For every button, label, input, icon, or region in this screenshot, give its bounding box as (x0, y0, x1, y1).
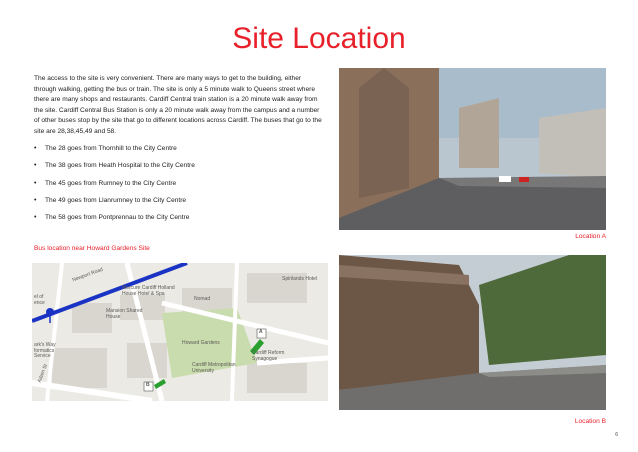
map-label-mansion: Mansion Shared House (106, 308, 143, 320)
map-label-left-top: el of ence (34, 294, 45, 306)
page-title: Site Location (232, 22, 406, 55)
map-label-nomad: Nomad (194, 296, 211, 302)
street-photo-icon (339, 255, 606, 410)
map-label-mercure: Mercure Cardiff Holland House Hotel & Sp… (122, 285, 175, 297)
marker-a-label: A (259, 329, 263, 335)
bus-location-map[interactable]: Newport Road Mercure Cardiff Holland Hou… (32, 263, 328, 401)
map-graphic (32, 263, 328, 401)
location-a-photo (339, 68, 606, 230)
bullet-icon: • (34, 162, 37, 170)
list-item-text: The 58 goes from Pontprennau to the City… (45, 214, 190, 222)
list-item: • The 58 goes from Pontprennau to the Cit… (34, 213, 324, 230)
list-item-text: The 49 goes from Llanrumney to the City … (45, 196, 187, 204)
map-caption: Bus location near Howard Gardens Site (34, 245, 150, 252)
location-b-photo (339, 255, 606, 410)
bullet-icon: • (34, 196, 37, 204)
location-a-caption: Location A (575, 233, 606, 240)
map-label-left-mid: ark's Way formatics Service (34, 342, 56, 360)
intro-paragraph: The access to the site is very convenien… (34, 75, 322, 135)
map-label-cardiff-met: Cardiff Metropolitan University (192, 362, 236, 374)
bullet-icon: • (34, 145, 37, 152)
location-b-caption: Location B (574, 418, 606, 425)
marker-b-label: B (146, 382, 150, 388)
bullet-icon: • (34, 179, 37, 187)
map-label-howard-gardens: Howard Gardens (182, 340, 220, 346)
map-label-synagogue: Cardiff Reform Synagogue (252, 350, 285, 362)
map-label-spirilands: Spirilands Hotel (282, 276, 318, 282)
list-item-text: The 28 goes from Thornhill to the City C… (45, 145, 177, 152)
street-photo-icon (339, 68, 606, 230)
list-item-text: The 38 goes from Heath Hospital to the C… (45, 162, 195, 170)
bus-route-list: • The 28 goes from Thornhill to the City … (34, 144, 324, 230)
list-item: • The 49 goes from Llanrumney to the City… (34, 196, 324, 213)
list-item: • The 38 goes from Heath Hospital to the … (34, 161, 324, 178)
list-item-text: The 45 goes from Rumney to the City Cent… (45, 179, 177, 187)
bullet-icon: • (34, 214, 37, 222)
map-building (247, 363, 307, 393)
list-item: • The 45 goes from Rumney to the City Cen… (34, 179, 324, 196)
page-number: 6 (615, 432, 618, 438)
list-item: • The 28 goes from Thornhill to the City … (34, 144, 324, 161)
